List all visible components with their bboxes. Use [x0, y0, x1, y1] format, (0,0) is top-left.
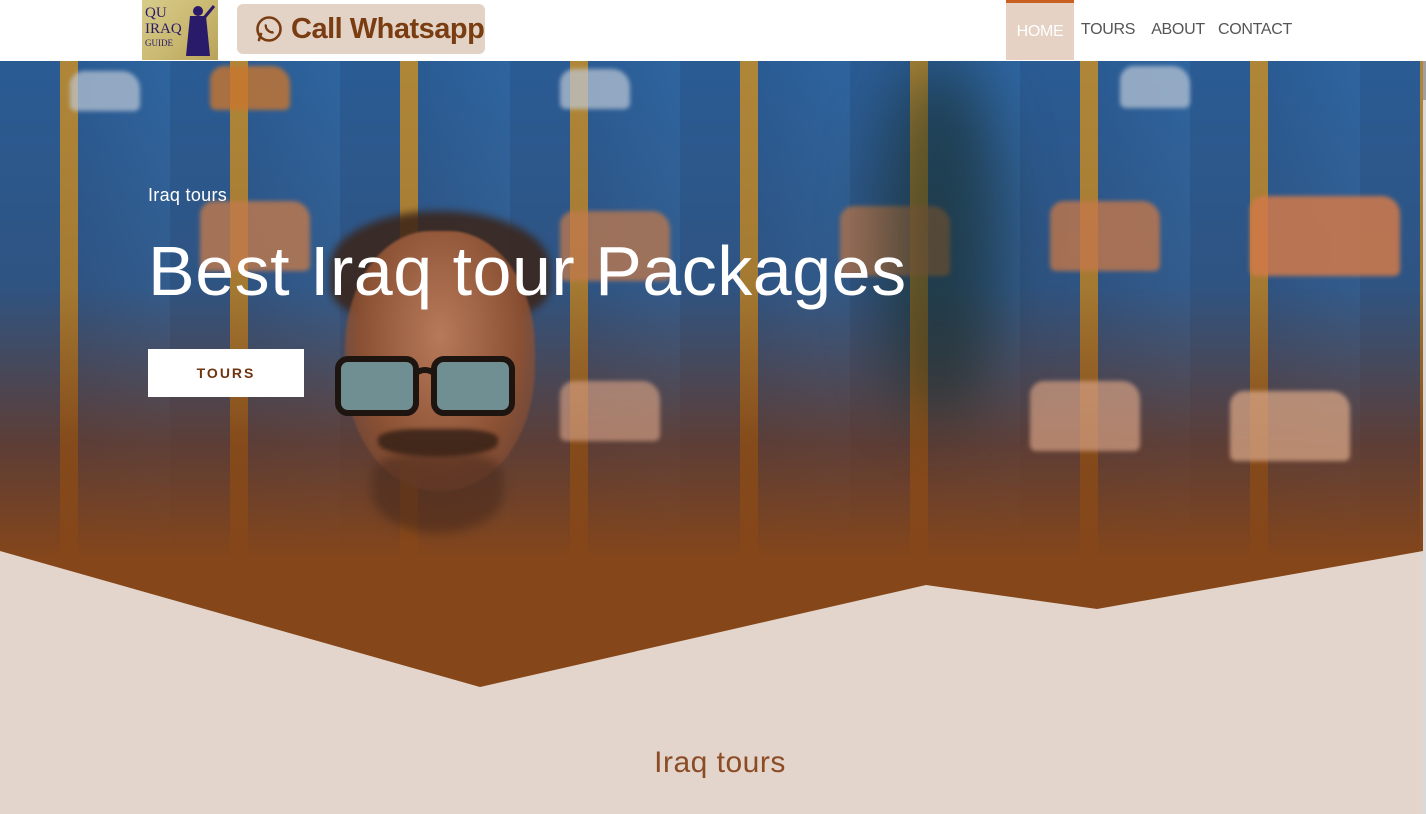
hero-title: Best Iraq tour Packages: [148, 232, 907, 310]
nav-contact[interactable]: CONTACT: [1218, 0, 1292, 60]
nav-home[interactable]: HOME: [1006, 0, 1074, 60]
site-header: QU IRAQ GUIDE Call Whatsapp HOME TOURS A…: [0, 0, 1426, 61]
guide-figure-icon: [186, 5, 216, 56]
call-whatsapp-label: Call Whatsapp: [291, 12, 485, 45]
hero-subtitle: Iraq tours: [148, 185, 228, 205]
whatsapp-icon: [256, 16, 282, 42]
nav-tours[interactable]: TOURS: [1080, 0, 1136, 60]
hero-banner: Iraq tours Best Iraq tour Packages TOURS: [0, 61, 1423, 701]
logo-text-line1: QU: [145, 5, 167, 21]
nav-about[interactable]: ABOUT: [1150, 0, 1206, 60]
section-title: Iraq tours: [654, 746, 786, 779]
call-whatsapp-button[interactable]: Call Whatsapp: [237, 4, 485, 54]
hero-tours-button[interactable]: TOURS: [148, 349, 304, 397]
logo-text-line3: GUIDE: [145, 38, 173, 48]
site-logo[interactable]: QU IRAQ GUIDE: [142, 0, 218, 60]
logo-text-line2: IRAQ: [145, 21, 182, 37]
